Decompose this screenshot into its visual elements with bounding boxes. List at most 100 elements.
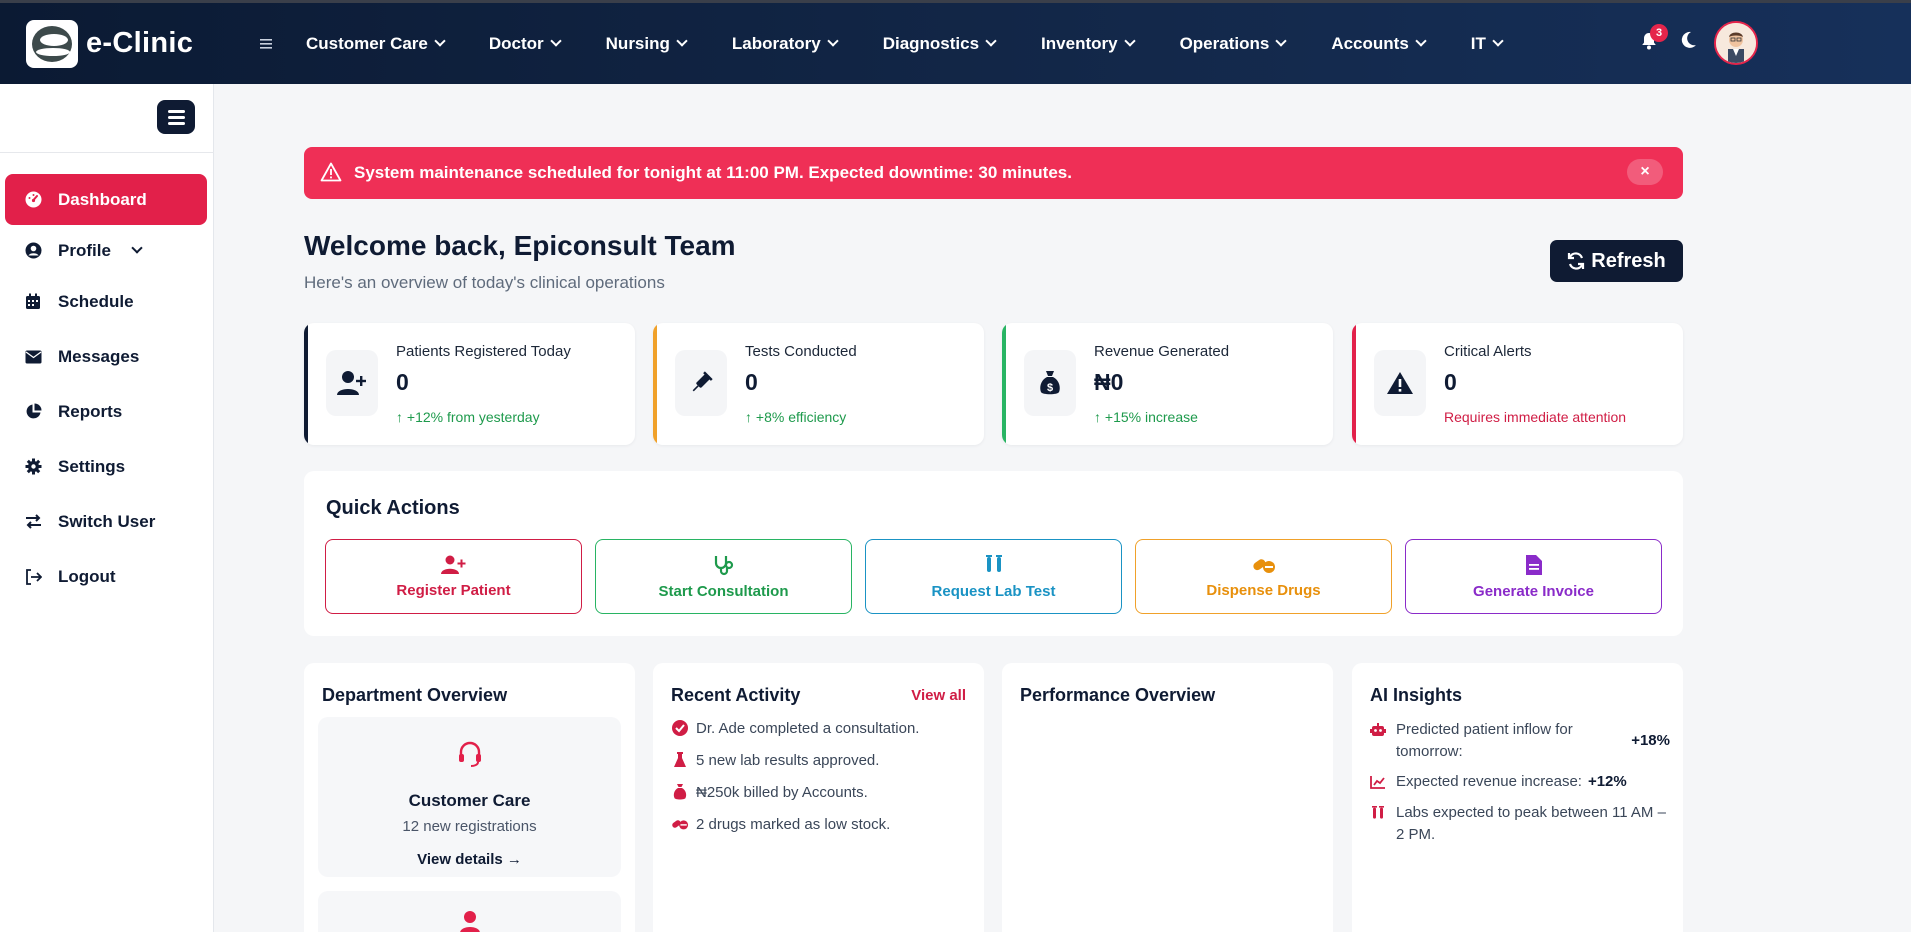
view-details-link[interactable]: View details → — [318, 851, 621, 868]
stat-label: Patients Registered Today — [396, 343, 571, 360]
request-lab-test-button[interactable]: Request Lab Test — [865, 539, 1122, 614]
menu-nursing[interactable]: Nursing — [605, 33, 688, 54]
department-tile: Customer Care 12 new registrations View … — [318, 717, 621, 877]
user-plus-icon — [326, 350, 378, 416]
register-patient-button[interactable]: Register Patient — [325, 539, 582, 614]
stat-trend-text: +12% from yesterday — [406, 409, 540, 425]
menu-inventory[interactable]: Inventory — [1041, 33, 1136, 54]
calendar-icon — [23, 292, 43, 312]
stat-trend-text: +15% increase — [1104, 409, 1198, 425]
start-consultation-button[interactable]: Start Consultation — [595, 539, 852, 614]
refresh-button[interactable]: Refresh — [1550, 240, 1683, 282]
user-plus-icon — [440, 555, 465, 574]
logo-icon — [26, 19, 78, 68]
chevron-down-icon — [434, 35, 446, 47]
menu-label: Diagnostics — [882, 33, 980, 53]
check-circle-icon — [671, 719, 689, 737]
gauge-icon — [23, 190, 43, 210]
top-menu: Customer Care Doctor Nursing Laboratory … — [306, 33, 1504, 54]
stat-card-revenue: $ Revenue Generated ₦0 ↑ +15% increase — [1002, 323, 1333, 445]
stat-value: 0 — [1444, 369, 1457, 395]
button-label: Dispense Drugs — [1206, 581, 1321, 599]
view-all-link[interactable]: View all — [911, 687, 966, 704]
stat-trend: Requires immediate attention — [1444, 409, 1627, 425]
sidebar-item-reports[interactable]: Reports — [5, 386, 207, 437]
insight-item: Predicted patient inflow for tomorrow: +… — [1370, 719, 1670, 763]
insight-value: +18% — [1631, 732, 1670, 749]
dispense-drugs-button[interactable]: Dispense Drugs — [1135, 539, 1392, 614]
sidebar-item-switch-user[interactable]: Switch User — [5, 496, 207, 547]
brand-logo[interactable]: e-Clinic — [26, 19, 254, 68]
sidebar-item-logout[interactable]: Logout — [5, 551, 207, 602]
sidebar-item-profile[interactable]: Profile — [5, 225, 207, 276]
stat-label: Tests Conducted — [745, 343, 857, 360]
menu-doctor[interactable]: Doctor — [489, 34, 562, 54]
flask-icon — [671, 751, 689, 769]
generate-invoice-button[interactable]: Generate Invoice — [1405, 539, 1662, 614]
menu-label: Nursing — [605, 33, 670, 53]
sidebar-item-dashboard[interactable]: Dashboard — [5, 174, 207, 225]
chevron-down-icon — [1415, 35, 1427, 47]
menu-laboratory[interactable]: Laboratory — [732, 34, 839, 54]
sidebar-item-messages[interactable]: Messages — [5, 331, 207, 382]
department-overview-card: Department Overview Customer Care 12 new… — [304, 663, 635, 932]
insight-text: Expected revenue increase: — [1396, 773, 1582, 790]
refresh-label: Refresh — [1591, 249, 1666, 272]
card-title: Department Overview — [322, 685, 508, 705]
performance-overview-card: Performance Overview — [1002, 663, 1333, 932]
stat-trend: ↑ +12% from yesterday — [396, 409, 540, 425]
avatar[interactable] — [1714, 21, 1758, 65]
stethoscope-icon — [714, 555, 733, 575]
warning-icon — [320, 162, 342, 182]
sidebar-item-schedule[interactable]: Schedule — [5, 276, 207, 327]
card-accent-bar — [1002, 323, 1006, 445]
logout-icon — [23, 567, 43, 587]
top-navbar: e-Clinic Customer Care Doctor Nursing La… — [0, 0, 1911, 84]
svg-text:$: $ — [1047, 382, 1053, 394]
stat-card-critical: Critical Alerts 0 Requires immediate att… — [1352, 323, 1683, 445]
warning-icon — [1374, 350, 1426, 416]
stat-card-patients: Patients Registered Today 0 ↑ +12% from … — [304, 323, 635, 445]
menu-diagnostics[interactable]: Diagnostics — [882, 33, 997, 54]
close-icon[interactable]: × — [1627, 159, 1663, 185]
stat-value: 0 — [396, 369, 409, 395]
page-subtitle: Here's an overview of today's clinical o… — [304, 273, 665, 292]
chevron-down-icon — [827, 35, 839, 47]
invoice-icon — [1525, 554, 1542, 575]
card-title: Recent Activity — [671, 685, 801, 705]
nav-menu-icon[interactable] — [254, 33, 278, 54]
department-tile — [318, 891, 621, 932]
menu-accounts[interactable]: Accounts — [1331, 33, 1427, 54]
card-title: AI Insights — [1370, 685, 1463, 705]
sidebar-item-label: Logout — [58, 566, 116, 586]
stat-trend-text: +8% efficiency — [755, 409, 847, 425]
menu-label: Inventory — [1041, 33, 1118, 53]
button-label: Request Lab Test — [931, 582, 1056, 600]
moon-icon[interactable] — [1678, 30, 1698, 50]
stat-label: Revenue Generated — [1094, 343, 1230, 360]
menu-label: Accounts — [1331, 33, 1409, 53]
section-title: Quick Actions — [326, 497, 460, 519]
menu-it[interactable]: IT — [1471, 34, 1504, 54]
page-title: Welcome back, Epiconsult Team — [304, 230, 736, 261]
menu-customer-care[interactable]: Customer Care — [306, 33, 446, 54]
notification-badge: 3 — [1650, 24, 1668, 42]
chevron-down-icon — [131, 242, 143, 254]
sidebar-item-settings[interactable]: Settings — [5, 441, 207, 492]
sidebar-item-label: Settings — [58, 456, 126, 476]
gear-icon — [23, 457, 43, 477]
pills-icon — [1252, 558, 1275, 573]
pills-icon — [671, 815, 689, 833]
stat-label: Critical Alerts — [1444, 343, 1532, 360]
robot-icon — [1370, 719, 1388, 763]
syringe-icon — [675, 350, 727, 416]
stat-value: ₦0 — [1094, 369, 1124, 395]
quick-actions-panel: Quick Actions Register Patient Start Con… — [304, 471, 1683, 636]
menu-operations[interactable]: Operations — [1180, 34, 1287, 54]
card-title: Performance Overview — [1020, 685, 1216, 705]
test-tubes-icon — [985, 554, 1002, 572]
stat-card-tests: Tests Conducted 0 ↑ +8% efficiency — [653, 323, 984, 445]
sidebar: Dashboard Profile Schedule Messages Repo… — [0, 84, 214, 932]
sidebar-toggle-button[interactable] — [157, 100, 195, 134]
menu-label: Customer Care — [306, 33, 428, 53]
